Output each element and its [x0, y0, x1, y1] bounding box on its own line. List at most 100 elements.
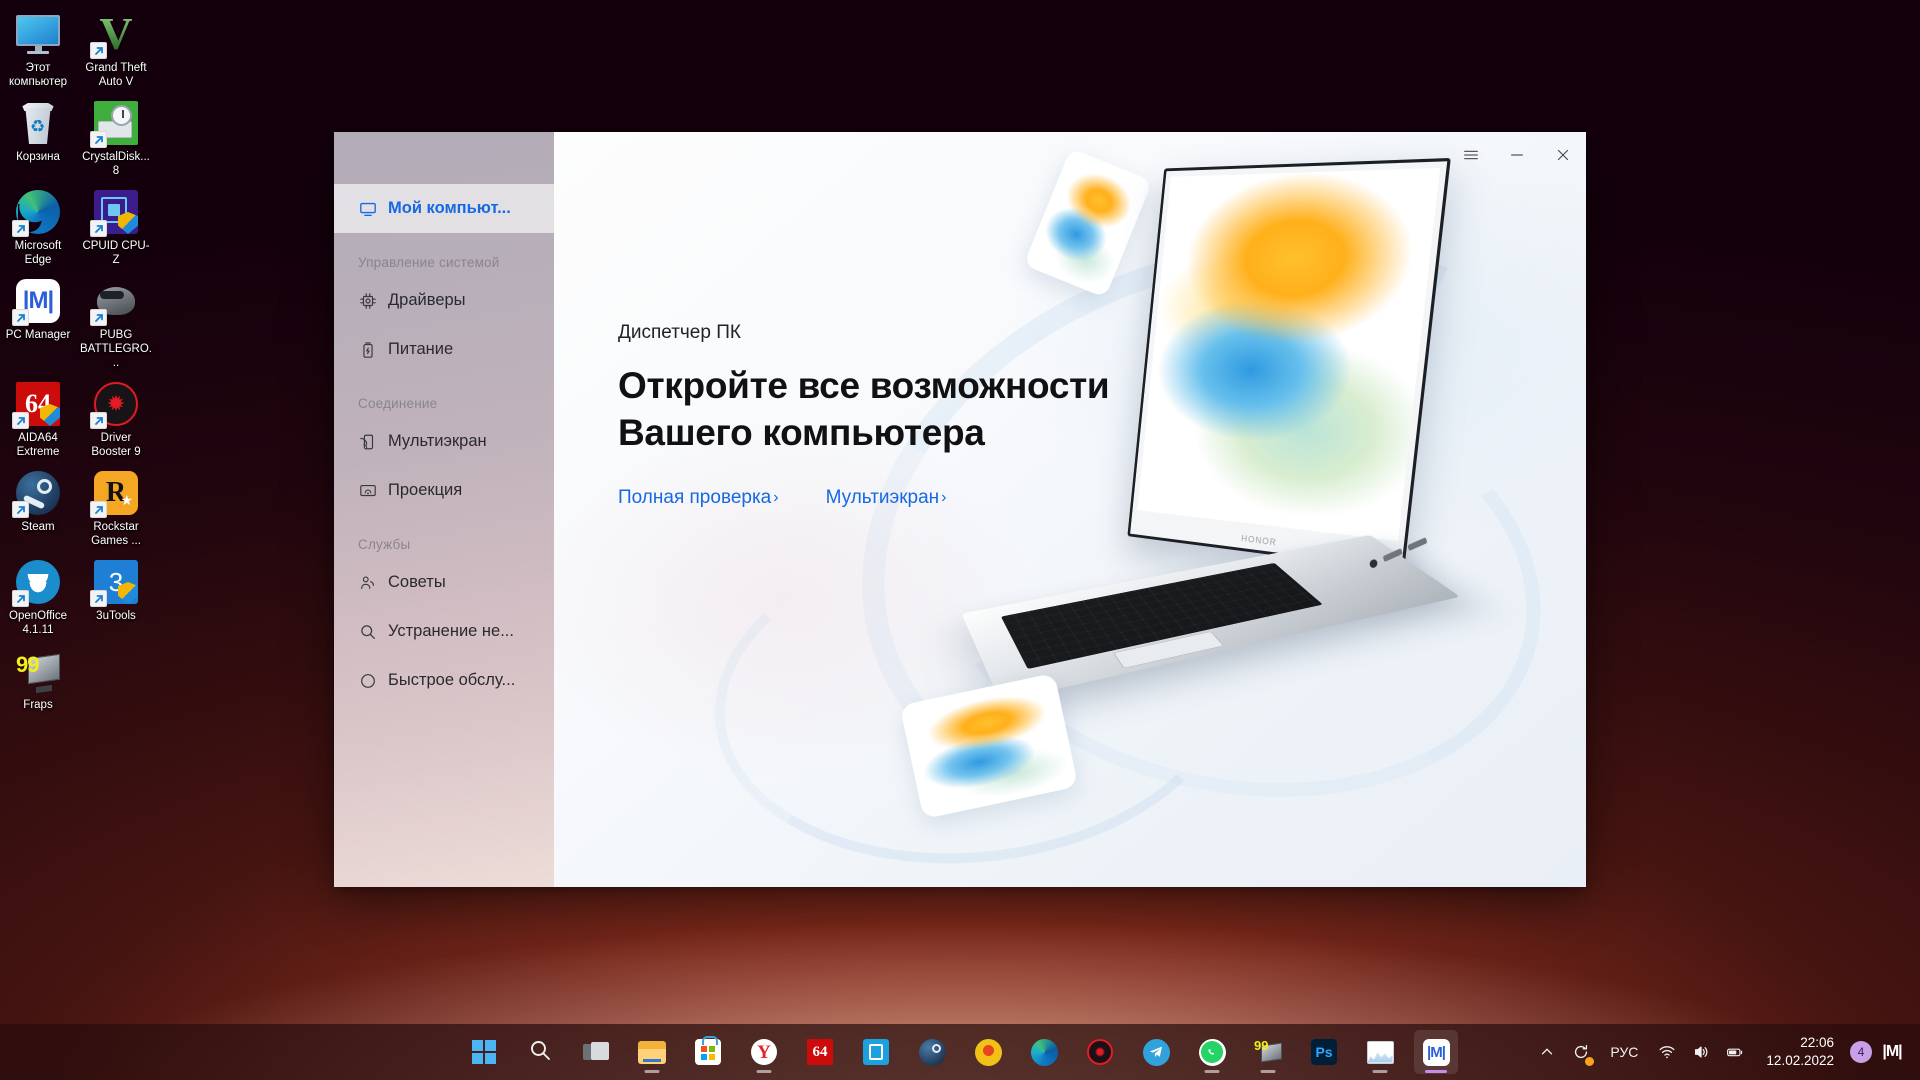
desktop-icon-openoffice[interactable]: OpenOffice 4.1.11: [0, 552, 76, 641]
notification-badge[interactable]: 4: [1850, 1041, 1872, 1063]
taskbar-photoshop[interactable]: Ps: [1302, 1030, 1346, 1074]
pubg-icon: [90, 277, 140, 326]
taskbar-start-button[interactable]: [462, 1030, 506, 1074]
desktop-icon-aida64[interactable]: 64 AIDA64 Extreme: [0, 374, 76, 463]
chip-icon: [358, 291, 377, 310]
desktop-icon-label: Driver Booster 9: [91, 432, 141, 458]
phone-tile-graphic: [1023, 148, 1153, 298]
shortcut-arrow-icon: [90, 412, 107, 429]
desktop-icon-microsoft-edge[interactable]: Microsoft Edge: [0, 182, 76, 271]
fraps-icon: 99: [1254, 1039, 1282, 1064]
shortcut-arrow-icon: [12, 309, 29, 326]
window-controls: [1448, 132, 1586, 178]
taskbar-hwmonitor[interactable]: [1358, 1030, 1402, 1074]
shortcut-arrow-icon: [12, 590, 29, 607]
link-full-check[interactable]: Полная проверка ›: [618, 487, 779, 509]
tray-update-icon[interactable]: [1564, 1030, 1598, 1074]
rockstar-games-icon: R ★: [90, 469, 140, 518]
sidebar-item-power[interactable]: Питание: [334, 325, 554, 374]
desktop-icon-label: Fraps: [23, 699, 53, 711]
hamburger-menu-icon[interactable]: [1448, 132, 1494, 178]
pc-manager-icon: |M|: [1422, 1038, 1450, 1066]
sidebar-item-label: Устранение не...: [388, 622, 514, 640]
tray-language-indicator[interactable]: РУС: [1598, 1030, 1650, 1074]
shortcut-arrow-icon: [90, 309, 107, 326]
sidebar-item-projection[interactable]: Проекция: [334, 466, 554, 515]
tray-clock[interactable]: 22:06 12.02.2022: [1752, 1034, 1844, 1070]
sidebar-item-my-computer[interactable]: Мой компьют...: [334, 184, 554, 233]
link-label: Полная проверка: [618, 486, 772, 508]
taskbar-search-button[interactable]: [518, 1030, 562, 1074]
tray-battery-icon[interactable]: [1718, 1030, 1752, 1074]
driver-booster-icon: ✹: [90, 380, 140, 429]
sidebar-item-label: Советы: [388, 573, 446, 591]
taskbar-yandex-browser[interactable]: Y: [742, 1030, 786, 1074]
taskbar-fraps[interactable]: 99: [1246, 1030, 1290, 1074]
microsoft-edge-icon: [1030, 1038, 1058, 1066]
sidebar-item-multiscreen[interactable]: Мультиэкран: [334, 417, 554, 466]
steam-icon: [12, 469, 62, 518]
running-indicator: [1372, 1070, 1388, 1073]
hero-copy: Диспетчер ПК Откройте все возможности Ва…: [618, 322, 1110, 509]
desktop-icon-gta-v[interactable]: V Grand Theft Auto V: [78, 4, 154, 93]
tray-pc-manager-icon[interactable]: |M|: [1878, 1038, 1906, 1066]
clipboard-icon: [863, 1039, 889, 1065]
chevron-right-icon: ›: [773, 488, 779, 506]
taskbar-aida64[interactable]: 64: [798, 1030, 842, 1074]
taskbar-steam[interactable]: [910, 1030, 954, 1074]
desktop-icon-label: 3uTools: [96, 610, 136, 622]
sidebar-item-drivers[interactable]: Драйверы: [334, 276, 554, 325]
desktop-icon-crystaldiskmark[interactable]: CrystalDisk... 8: [78, 93, 154, 182]
aida64-icon: 64: [807, 1039, 833, 1065]
taskbar-telegram[interactable]: [1134, 1030, 1178, 1074]
desktop-icon-rockstar-games[interactable]: R ★ Rockstar Games ...: [78, 463, 154, 552]
taskbar-pc-manager[interactable]: |M|: [1414, 1030, 1458, 1074]
desktop-icon-fraps[interactable]: 99 Fraps: [0, 641, 76, 716]
sidebar-item-troubleshooting[interactable]: Устранение не...: [334, 607, 554, 656]
desktop-icon-this-pc[interactable]: Этот компьютер: [0, 4, 76, 93]
recycle-bin-icon: ♻: [14, 99, 62, 147]
taskbar-whatsapp[interactable]: [1190, 1030, 1234, 1074]
fraps-icon: 99: [14, 647, 62, 695]
taskbar-file-explorer[interactable]: [630, 1030, 674, 1074]
shortcut-arrow-icon: [90, 501, 107, 518]
laptop-lid-graphic: HONOR: [1127, 157, 1451, 573]
tray-chevron-up-icon[interactable]: [1530, 1030, 1564, 1074]
close-icon[interactable]: [1540, 132, 1586, 178]
shortcut-arrow-icon: [90, 42, 107, 59]
sidebar-item-label: Драйверы: [388, 291, 466, 309]
taskbar-task-view-button[interactable]: [574, 1030, 618, 1074]
task-view-icon: [583, 1042, 609, 1062]
desktop-icon-pubg[interactable]: PUBG BATTLEGRO...: [78, 271, 154, 374]
tips-icon: [358, 573, 377, 592]
chevron-right-icon: ›: [941, 488, 947, 506]
taskbar-microsoft-edge[interactable]: [1022, 1030, 1066, 1074]
link-multiscreen[interactable]: Мультиэкран ›: [826, 487, 947, 509]
search-icon: [528, 1038, 552, 1067]
driver-booster-icon: ✹: [1087, 1039, 1113, 1065]
taskbar-driver-booster[interactable]: ✹: [1078, 1030, 1122, 1074]
desktop-icon-pc-manager[interactable]: |M| PC Manager: [0, 271, 76, 374]
sidebar-item-quick-service[interactable]: Быстрое обслу...: [334, 656, 554, 705]
taskbar-microsoft-store[interactable]: [686, 1030, 730, 1074]
desktop-icon-label: Grand Theft Auto V: [85, 62, 147, 88]
3utools-icon: 3: [90, 558, 140, 607]
desktop-icon-label: AIDA64 Extreme: [16, 432, 60, 458]
tray-wifi-icon[interactable]: [1650, 1030, 1684, 1074]
desktop-icon-cpu-z[interactable]: CPUID CPU-Z: [78, 182, 154, 271]
minimize-icon[interactable]: [1494, 132, 1540, 178]
shortcut-arrow-icon: [90, 590, 107, 607]
running-indicator: [1260, 1070, 1276, 1073]
battery-icon: [358, 340, 377, 359]
taskbar-items: Y 64 ✹ 99 Ps |M|: [462, 1030, 1458, 1074]
sidebar: Мой компьют... Управление системой Драйв…: [334, 132, 554, 887]
taskbar-music-player[interactable]: [966, 1030, 1010, 1074]
desktop-icon-3utools[interactable]: 3 3uTools: [78, 552, 154, 641]
taskbar-clipboard-app[interactable]: [854, 1030, 898, 1074]
sidebar-item-tips[interactable]: Советы: [334, 558, 554, 607]
desktop-icon-driver-booster[interactable]: ✹ Driver Booster 9: [78, 374, 154, 463]
desktop-icon-recycle-bin[interactable]: ♻ Корзина: [0, 93, 76, 182]
desktop-icon-steam[interactable]: Steam: [0, 463, 76, 552]
desktop-icon-label: Корзина: [16, 151, 60, 163]
tray-volume-icon[interactable]: [1684, 1030, 1718, 1074]
